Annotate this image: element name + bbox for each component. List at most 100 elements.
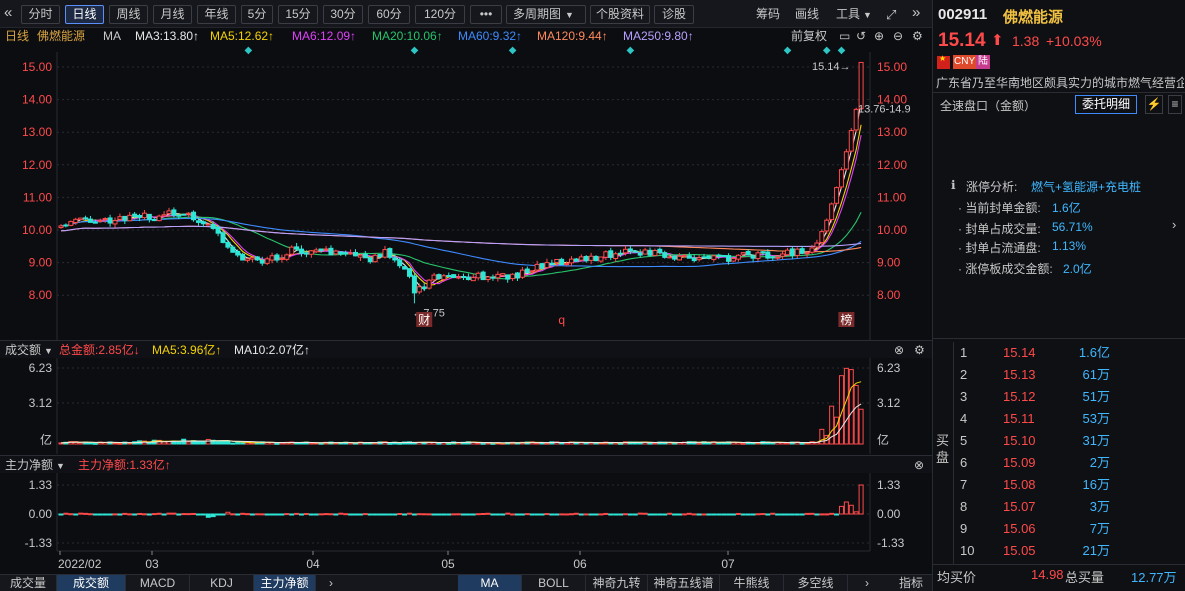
settings-gear-icon[interactable]: ⚙: [914, 341, 925, 359]
event-diamond-icon[interactable]: ◆: [838, 45, 846, 56]
candle-body: [166, 210, 172, 214]
period-tab-15m[interactable]: 15分: [278, 5, 318, 24]
period-tab-60m[interactable]: 60分: [368, 5, 410, 24]
restore-dropdown[interactable]: 前复权: [791, 28, 827, 44]
bid-row[interactable]: 9 15.06 7万: [933, 518, 1185, 540]
order-detail-button[interactable]: 委托明细: [1075, 95, 1137, 114]
tab-boll[interactable]: BOLL: [522, 575, 586, 591]
close-icon[interactable]: ⊗: [894, 341, 904, 359]
candle-body: [107, 217, 113, 224]
period-tab-30m[interactable]: 30分: [323, 5, 363, 24]
tab-more-icon[interactable]: ›: [316, 575, 346, 591]
tab-more-icon[interactable]: ›: [852, 575, 882, 591]
tab-main-flow[interactable]: 主力净额: [254, 575, 316, 591]
diagnose-button[interactable]: 诊股: [654, 5, 694, 24]
period-tab-yearly[interactable]: 年线: [197, 5, 236, 24]
flow-tick-left: 1.33: [29, 478, 53, 492]
volume-chart[interactable]: 6.23 6.23 3.12 3.12 亿 亿: [0, 358, 932, 454]
flow-bar: [166, 512, 172, 515]
bid-row[interactable]: 1 15.14 1.6亿: [933, 342, 1185, 364]
event-marker[interactable]: 财: [418, 313, 430, 327]
bid-row[interactable]: 7 15.08 16万: [933, 474, 1185, 496]
flow-bar: [127, 513, 133, 516]
candle-body: [838, 169, 844, 188]
expand-icon[interactable]: ⤢: [886, 6, 896, 23]
period-tab-daily[interactable]: 日线: [65, 5, 104, 24]
period-tab-5m[interactable]: 5分: [241, 5, 273, 24]
candle-body: [171, 209, 177, 216]
candle-body: [313, 249, 319, 253]
event-marker[interactable]: 榜: [840, 312, 852, 327]
nav-right-icon[interactable]: »: [912, 4, 920, 21]
candle-body: [426, 279, 432, 289]
bid-row[interactable]: 2 15.13 61万: [933, 364, 1185, 386]
settings-gear-icon[interactable]: ⚙: [912, 28, 923, 44]
candle-body: [819, 231, 825, 243]
bid-row[interactable]: 4 15.11 53万: [933, 408, 1185, 430]
bid-row[interactable]: 6 15.09 2万: [933, 452, 1185, 474]
tab-long-short[interactable]: 多空线: [784, 575, 848, 591]
flow-bar: [367, 513, 373, 516]
event-diamond-icon[interactable]: ◆: [244, 45, 252, 56]
flow-bar: [83, 512, 89, 515]
tab-bull-bear[interactable]: 牛熊线: [720, 575, 784, 591]
event-diamond-icon[interactable]: ◆: [784, 45, 792, 56]
bid-price: 15.06: [1003, 521, 1036, 536]
tab-turnover[interactable]: 成交额: [57, 575, 126, 591]
chips-button[interactable]: 筹码: [756, 6, 780, 23]
candle-body: [613, 253, 619, 259]
bid-row[interactable]: 3 15.12 51万: [933, 386, 1185, 408]
indicator-menu-button[interactable]: 指标: [890, 575, 932, 591]
period-tab-120m[interactable]: 120分: [415, 5, 465, 24]
more-periods-button[interactable]: •••: [470, 5, 502, 24]
flow-chart[interactable]: 1.33 1.33 0.00 0.00 -1.33 -1.33 2022/02 03 04 05…: [0, 473, 932, 574]
candle-body: [554, 258, 560, 264]
period-tab-intraday[interactable]: 分时: [21, 5, 60, 24]
bid-row[interactable]: 10 15.05 21万: [933, 540, 1185, 562]
stock-info-button[interactable]: 个股资料: [590, 5, 650, 24]
flow-bar: [549, 513, 555, 516]
bid-row[interactable]: 8 15.07 3万: [933, 496, 1185, 518]
event-marker[interactable]: q: [558, 313, 565, 327]
price-chart[interactable]: 15.00 15.0014.00 14.0013.00 13.0012.00 12.00…: [0, 44, 932, 340]
candle-body: [500, 273, 506, 276]
multi-period-dropdown[interactable]: 多周期图 ▼: [506, 5, 586, 24]
close-icon[interactable]: ⊗: [914, 456, 924, 474]
candle-body: [78, 217, 84, 221]
limit-reason[interactable]: 燃气+氢能源+充电桩: [1031, 178, 1141, 195]
event-diamond-icon[interactable]: ◆: [627, 45, 635, 56]
flow-bar: [632, 513, 638, 516]
expand-right-icon[interactable]: ›: [1172, 217, 1176, 232]
flow-bar: [303, 513, 309, 516]
minimize-icon[interactable]: ▭: [839, 28, 850, 44]
tab-volume[interactable]: 成交量: [0, 575, 57, 591]
candle-body: [485, 276, 491, 280]
lightning-icon[interactable]: ⚡: [1145, 95, 1163, 114]
remove-icon[interactable]: ⊖: [893, 28, 903, 44]
volume-bar: [446, 442, 452, 445]
flow-bar: [451, 513, 457, 516]
bid-row[interactable]: 5 15.10 31万: [933, 430, 1185, 452]
tab-magic-nine[interactable]: 神奇九转: [586, 575, 648, 591]
add-icon[interactable]: ⊕: [874, 28, 884, 44]
ma-indicator-label[interactable]: MA: [103, 28, 121, 44]
candle-body: [357, 254, 363, 258]
flow-bar: [313, 513, 319, 516]
candle-body: [254, 256, 260, 261]
tab-magic-five[interactable]: 神奇五线谱: [648, 575, 720, 591]
event-diamond-icon[interactable]: ◆: [411, 45, 419, 56]
undo-icon[interactable]: ↺: [856, 28, 866, 44]
event-diamond-icon[interactable]: ◆: [509, 45, 517, 56]
period-tab-monthly[interactable]: 月线: [153, 5, 192, 24]
tab-macd[interactable]: MACD: [126, 575, 190, 591]
flow-bar: [740, 513, 746, 516]
tab-ma[interactable]: MA: [458, 575, 522, 591]
nav-left-icon[interactable]: «: [4, 4, 12, 21]
draw-line-button[interactable]: 画线: [795, 6, 819, 23]
tab-kdj[interactable]: KDJ: [190, 575, 254, 591]
list-icon[interactable]: ≡: [1168, 95, 1182, 114]
bid-amount: 2万: [1089, 455, 1110, 470]
period-tab-weekly[interactable]: 周线: [109, 5, 148, 24]
tools-dropdown[interactable]: 工具 ▼: [836, 6, 872, 24]
event-diamond-icon[interactable]: ◆: [823, 45, 831, 56]
